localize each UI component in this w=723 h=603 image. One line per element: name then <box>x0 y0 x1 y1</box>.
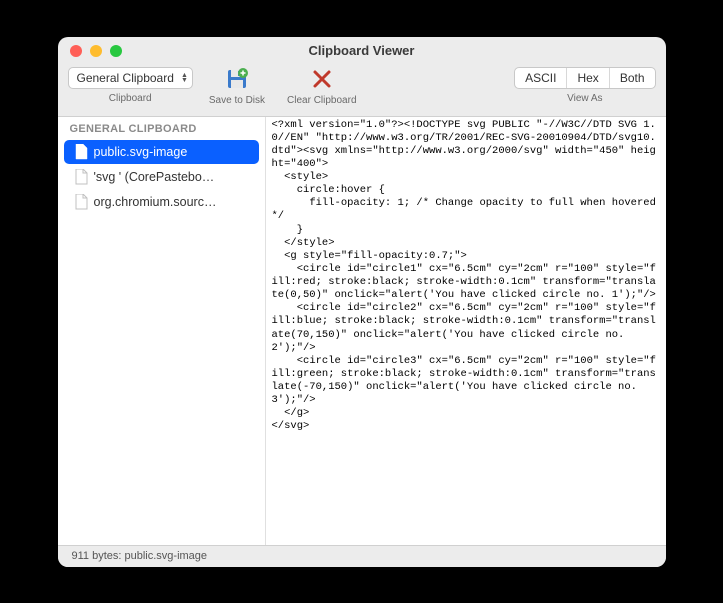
viewas-label: View As <box>567 93 602 104</box>
sidebar-item-label: 'svg ' (CorePastebo… <box>94 170 215 184</box>
clipboard-select-value: General Clipboard <box>77 71 174 85</box>
seg-ascii[interactable]: ASCII <box>515 68 567 88</box>
clear-clipboard-button[interactable]: Clear Clipboard <box>281 67 362 106</box>
toolbar: General Clipboard ▲▼ Clipboard Save to D… <box>58 65 666 117</box>
content-view[interactable]: <?xml version="1.0"?><!DOCTYPE svg PUBLI… <box>266 117 666 545</box>
save-to-disk-button[interactable]: Save to Disk <box>203 67 271 106</box>
content-area: GENERAL CLIPBOARD public.svg-image 'svg … <box>58 117 666 545</box>
updown-icon: ▲▼ <box>181 73 188 83</box>
file-icon <box>74 144 88 160</box>
sidebar-item-label: public.svg-image <box>94 145 188 159</box>
status-text: 911 bytes: public.svg-image <box>72 550 208 562</box>
file-icon <box>74 169 88 185</box>
save-label: Save to Disk <box>209 95 265 106</box>
view-as-segmented: ASCII Hex Both <box>514 67 655 89</box>
clear-label: Clear Clipboard <box>287 95 356 106</box>
seg-hex[interactable]: Hex <box>567 68 609 88</box>
statusbar: 911 bytes: public.svg-image <box>58 545 666 567</box>
clipboard-selector-group: General Clipboard ▲▼ Clipboard <box>68 67 193 104</box>
sidebar: GENERAL CLIPBOARD public.svg-image 'svg … <box>58 117 266 545</box>
sidebar-item-label: org.chromium.sourc… <box>94 195 217 209</box>
window-title: Clipboard Viewer <box>58 43 666 58</box>
file-icon <box>74 194 88 210</box>
sidebar-header: GENERAL CLIPBOARD <box>58 117 265 139</box>
content-text: <?xml version="1.0"?><!DOCTYPE svg PUBLI… <box>272 119 660 434</box>
sidebar-item[interactable]: 'svg ' (CorePastebo… <box>64 165 259 189</box>
x-icon <box>308 67 336 91</box>
sidebar-item[interactable]: org.chromium.sourc… <box>64 190 259 214</box>
clipboard-select[interactable]: General Clipboard ▲▼ <box>68 67 193 89</box>
view-as-group: ASCII Hex Both View As <box>514 67 655 104</box>
clipboard-label: Clipboard <box>109 93 152 104</box>
titlebar[interactable]: Clipboard Viewer <box>58 37 666 65</box>
seg-both[interactable]: Both <box>610 68 655 88</box>
floppy-disk-icon <box>223 67 251 91</box>
app-window: Clipboard Viewer General Clipboard ▲▼ Cl… <box>58 37 666 567</box>
sidebar-item[interactable]: public.svg-image <box>64 140 259 164</box>
